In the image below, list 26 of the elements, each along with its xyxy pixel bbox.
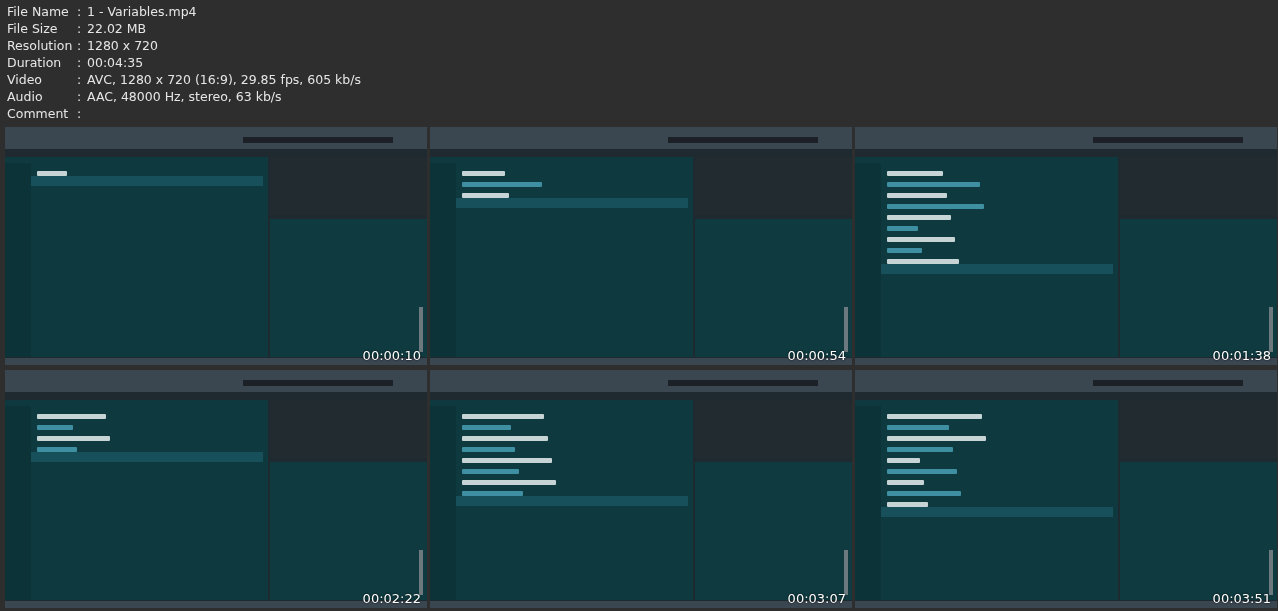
info-label: Resolution (7, 37, 74, 54)
timestamp: 00:03:07 (787, 591, 846, 607)
info-value: 22.02 MB (87, 20, 148, 37)
info-value: AVC, 1280 x 720 (16:9), 29.85 fps, 605 kb/s (87, 71, 362, 88)
info-label: Duration (7, 54, 63, 71)
info-label: Audio (7, 88, 44, 105)
separator-colon: : (77, 71, 83, 88)
timestamp: 00:02:22 (362, 591, 421, 607)
timestamp: 00:01:38 (1212, 348, 1271, 364)
separator-colon: : (77, 54, 83, 71)
info-label: Comment (7, 105, 70, 122)
info-label: File Name (7, 3, 70, 20)
info-value: AAC, 48000 Hz, stereo, 63 kb/s (87, 88, 283, 105)
separator-colon: : (77, 3, 83, 20)
info-label: File Size (7, 20, 59, 37)
info-value: 1 - Variables.mp4 (87, 3, 198, 20)
info-value: 00:04:35 (87, 54, 145, 71)
timestamp: 00:03:51 (1212, 591, 1271, 607)
timestamp: 00:00:54 (787, 348, 846, 364)
separator-colon: : (77, 105, 83, 122)
separator-colon: : (77, 37, 83, 54)
separator-colon: : (77, 20, 83, 37)
info-value: 1280 x 720 (87, 37, 159, 54)
separator-colon: : (77, 88, 83, 105)
info-label: Video (7, 71, 44, 88)
timestamp: 00:00:10 (362, 348, 421, 364)
